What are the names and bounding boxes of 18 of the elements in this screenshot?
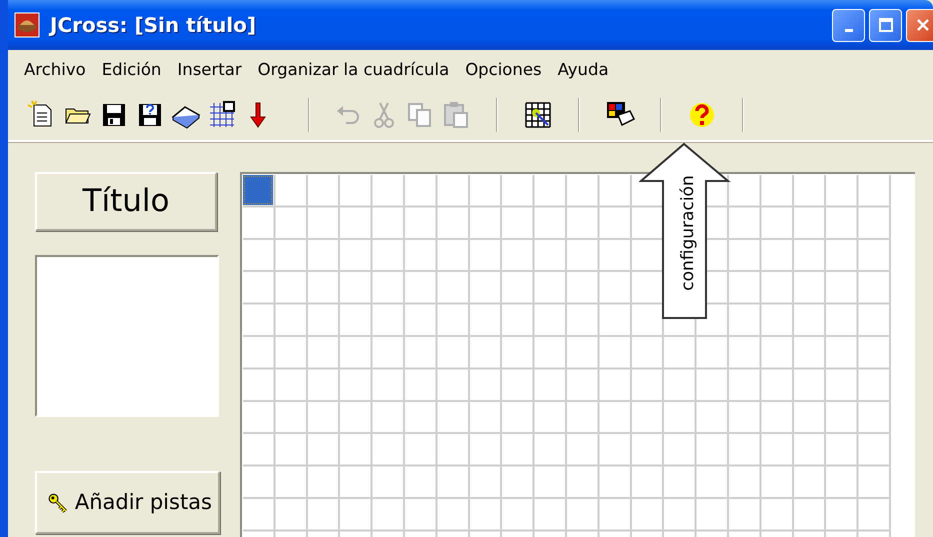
maximize-button[interactable]	[869, 8, 902, 42]
menu-item[interactable]: Organizar la cuadrícula	[250, 56, 458, 84]
callout-label: configuración	[677, 174, 699, 293]
menu-item[interactable]: Insertar	[169, 56, 250, 84]
close-button[interactable]	[906, 8, 933, 42]
text-field[interactable]	[35, 255, 219, 417]
maximize-icon	[878, 17, 894, 33]
add-clues-button[interactable]: Añadir pistas	[35, 471, 220, 534]
app-icon	[14, 12, 40, 38]
menu-item[interactable]: Opciones	[457, 56, 550, 84]
menu-item[interactable]: Ayuda	[550, 56, 617, 84]
minimize-icon	[844, 28, 852, 32]
window-title: JCross: [Sin título]	[50, 12, 256, 39]
title-button[interactable]: Título	[35, 172, 217, 231]
close-icon	[914, 17, 930, 33]
menu-item[interactable]: Edición	[94, 56, 170, 84]
minimize-button[interactable]	[832, 8, 865, 42]
menu-item[interactable]: Archivo	[16, 56, 94, 84]
